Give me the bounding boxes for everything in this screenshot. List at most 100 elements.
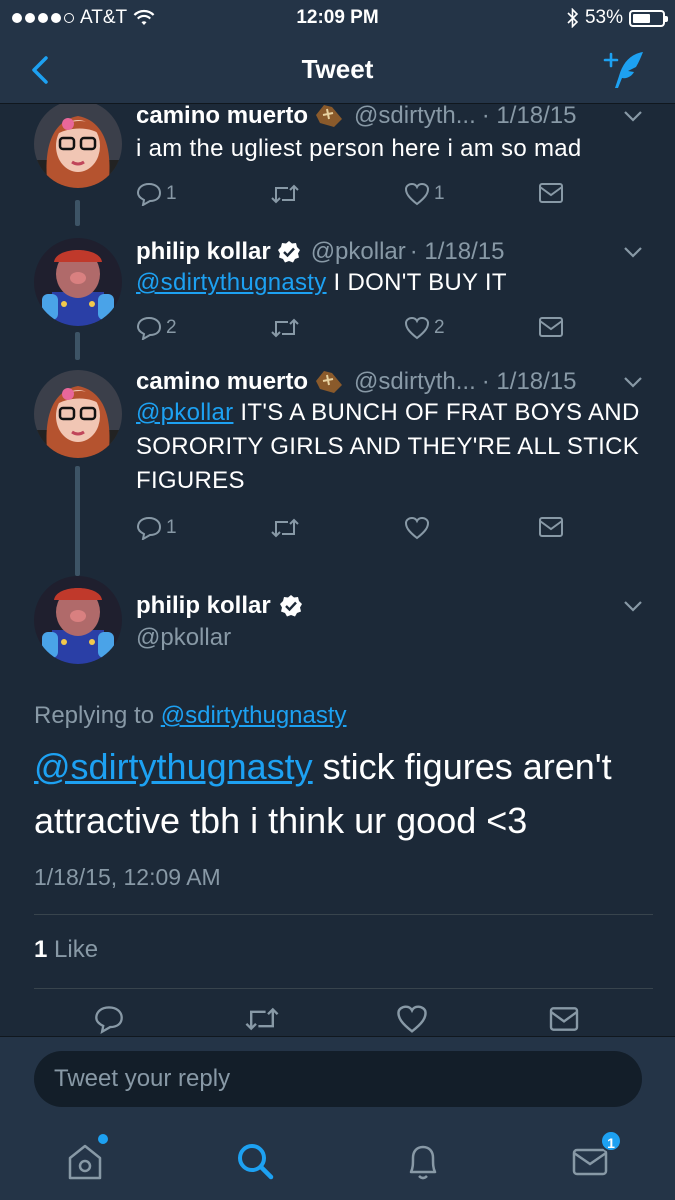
mention-link[interactable]: @pkollar bbox=[136, 399, 233, 426]
reply-bar: Tweet your reply bbox=[0, 1036, 675, 1124]
nav-bar: Tweet bbox=[0, 36, 675, 104]
battery-percent: 53% bbox=[584, 7, 623, 28]
mail-icon bbox=[539, 517, 563, 537]
dm-button[interactable] bbox=[538, 516, 564, 538]
like-label: Like bbox=[47, 936, 99, 963]
replying-to: Replying to @sdirtythugnasty bbox=[34, 702, 347, 730]
thread-tweet[interactable]: camino muerto @sdirtyth... · 1/18/15 @pk… bbox=[0, 362, 675, 562]
divider bbox=[34, 988, 653, 989]
conversation: camino muerto @sdirtyth... · 1/18/15 i a… bbox=[0, 104, 675, 1036]
tweet-body: i am the ugliest person here i am so mad bbox=[136, 135, 582, 162]
reply-count: 1 bbox=[166, 183, 177, 204]
display-name: camino muerto bbox=[136, 104, 309, 129]
avatar[interactable] bbox=[34, 104, 122, 188]
avatar[interactable] bbox=[34, 238, 122, 326]
search-icon bbox=[238, 1144, 274, 1180]
tweet-text: i am the ugliest person here i am so mad bbox=[136, 132, 645, 166]
reply-icon bbox=[136, 182, 162, 206]
tweet-date: · 1/18/15 bbox=[481, 104, 577, 129]
tweet-actions: 1 bbox=[136, 516, 576, 546]
tab-bar: 1 bbox=[0, 1124, 675, 1200]
tweet-actions: 2 2 bbox=[136, 316, 576, 346]
reply-button[interactable]: 1 bbox=[136, 516, 177, 540]
tweet-date: · 1/18/15 bbox=[409, 238, 505, 265]
replying-to-link[interactable]: @sdirtythugnasty bbox=[161, 702, 347, 729]
tab-messages[interactable]: 1 bbox=[566, 1130, 622, 1186]
chevron-down-icon[interactable] bbox=[621, 240, 645, 264]
retweet-icon[interactable] bbox=[244, 1004, 280, 1034]
coffin-icon bbox=[316, 105, 343, 127]
dm-button[interactable] bbox=[538, 182, 564, 204]
retweet-button[interactable] bbox=[270, 316, 300, 340]
tweet-header: camino muerto @sdirtyth... · 1/18/15 bbox=[136, 366, 645, 398]
retweet-button[interactable] bbox=[270, 516, 300, 540]
verified-icon bbox=[277, 241, 300, 263]
new-content-dot bbox=[98, 1134, 108, 1144]
mention-link[interactable]: @sdirtythugnasty bbox=[34, 746, 313, 787]
reply-button[interactable]: 2 bbox=[136, 316, 177, 340]
focused-display-name[interactable]: philip kollar bbox=[136, 592, 303, 620]
status-right: 53% bbox=[567, 7, 668, 29]
thread-tweet[interactable]: philip kollar @pkollar · 1/18/15 @sdirty… bbox=[0, 228, 675, 362]
reply-icon bbox=[136, 316, 162, 340]
bell-icon bbox=[409, 1145, 437, 1180]
messages-badge: 1 bbox=[600, 1130, 622, 1152]
like-button[interactable] bbox=[404, 516, 430, 540]
reply-icon[interactable] bbox=[94, 1004, 124, 1034]
username: @pkollar bbox=[310, 238, 406, 265]
username: @sdirtyth... bbox=[354, 368, 476, 395]
likes-summary[interactable]: 1 Like bbox=[34, 936, 98, 964]
compose-tweet-button[interactable] bbox=[601, 46, 647, 92]
dm-button[interactable] bbox=[538, 316, 564, 338]
reply-input[interactable]: Tweet your reply bbox=[34, 1051, 642, 1107]
username: @sdirtyth... bbox=[354, 104, 476, 129]
display-name: philip kollar bbox=[136, 238, 271, 265]
reply-icon bbox=[136, 516, 162, 540]
tab-search[interactable] bbox=[230, 1136, 280, 1186]
tweet-text: @pkollar IT'S A BUNCH OF FRAT BOYS AND S… bbox=[136, 396, 645, 498]
tweet-actions: 1 1 bbox=[136, 182, 576, 212]
username: @pkollar bbox=[136, 624, 232, 651]
like-total: 1 bbox=[34, 936, 48, 963]
avatar[interactable] bbox=[34, 370, 122, 458]
heart-icon bbox=[404, 516, 430, 540]
chevron-down-icon[interactable] bbox=[621, 594, 645, 618]
mention-link[interactable]: @sdirtythugnasty bbox=[136, 269, 327, 296]
status-bar: AT&T 12:09 PM 53% bbox=[0, 0, 675, 36]
tweet-header: camino muerto @sdirtyth... · 1/18/15 bbox=[136, 104, 645, 132]
like-button[interactable]: 1 bbox=[404, 182, 445, 206]
page-title: Tweet bbox=[301, 54, 374, 84]
retweet-icon bbox=[271, 318, 299, 338]
verified-icon bbox=[279, 595, 302, 617]
focused-actions bbox=[0, 1002, 675, 1036]
tweet-text: @sdirtythugnasty I DON'T BUY IT bbox=[136, 266, 645, 300]
tab-notifications[interactable] bbox=[398, 1136, 448, 1186]
like-button[interactable]: 2 bbox=[404, 316, 445, 340]
like-count: 2 bbox=[434, 317, 445, 338]
replying-label: Replying to bbox=[34, 702, 155, 729]
reply-count: 1 bbox=[166, 517, 177, 538]
tab-home[interactable] bbox=[60, 1134, 110, 1186]
avatar[interactable] bbox=[34, 576, 122, 664]
bluetooth-icon bbox=[567, 8, 579, 28]
reply-count: 2 bbox=[166, 317, 177, 338]
divider bbox=[34, 914, 653, 915]
retweet-icon bbox=[271, 184, 299, 204]
heart-icon bbox=[404, 316, 430, 340]
reply-button[interactable]: 1 bbox=[136, 182, 177, 206]
display-name: camino muerto bbox=[136, 368, 309, 395]
tweet-body: I DON'T BUY IT bbox=[326, 269, 507, 296]
mail-icon bbox=[539, 183, 563, 203]
retweet-button[interactable] bbox=[270, 182, 300, 206]
tweet-header: philip kollar @pkollar · 1/18/15 bbox=[136, 236, 645, 268]
heart-icon[interactable] bbox=[396, 1004, 428, 1034]
thread-tweet[interactable]: camino muerto @sdirtyth... · 1/18/15 i a… bbox=[0, 104, 675, 224]
retweet-icon bbox=[271, 518, 299, 538]
coffin-icon bbox=[316, 371, 343, 393]
tweet-date: · 1/18/15 bbox=[481, 368, 577, 395]
like-count: 1 bbox=[434, 183, 445, 204]
heart-icon bbox=[404, 182, 430, 206]
chevron-down-icon[interactable] bbox=[621, 370, 645, 394]
mail-icon[interactable] bbox=[548, 1006, 580, 1032]
chevron-down-icon[interactable] bbox=[621, 104, 645, 128]
